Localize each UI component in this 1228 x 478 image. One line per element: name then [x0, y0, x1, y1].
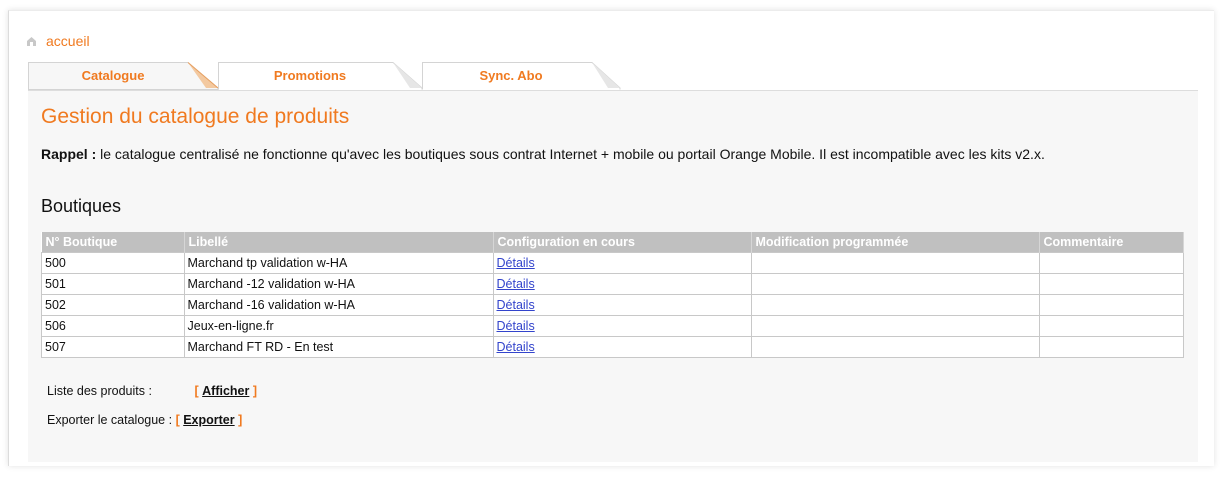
products-list-action: Liste des produits : [ Afficher ] — [47, 384, 257, 398]
cell-comment — [1038, 294, 1184, 316]
column-header: N° Boutique — [41, 232, 185, 253]
cell-shop-label: Marchand -16 validation w-HA — [183, 294, 494, 316]
content-panel: Gestion du catalogue de produits Rappel … — [28, 90, 1198, 462]
show-products-link[interactable]: Afficher — [202, 384, 249, 398]
breadcrumb-home-link[interactable]: accueil — [46, 33, 90, 49]
cell-shop-id: 507 — [41, 336, 185, 358]
table-row: 502 Marchand -16 validation w-HA Détails — [41, 294, 1184, 316]
table-row: 501 Marchand -12 validation w-HA Détails — [41, 273, 1184, 295]
boutiques-table: N° Boutique Libellé Configuration en cou… — [41, 232, 1184, 358]
cell-comment — [1038, 252, 1184, 274]
tab-catalogue[interactable]: Catalogue — [28, 62, 222, 90]
table-row: 507 Marchand FT RD - En test Détails — [41, 336, 1184, 358]
page-title: Gestion du catalogue de produits — [41, 105, 350, 128]
cell-modification — [750, 315, 1040, 337]
export-catalogue-link[interactable]: Exporter — [183, 413, 234, 427]
table-header-row: N° Boutique Libellé Configuration en cou… — [41, 232, 1184, 253]
cell-shop-label: Marchand -12 validation w-HA — [183, 273, 494, 295]
cell-config: Détails — [492, 252, 752, 274]
cell-modification — [750, 294, 1040, 316]
export-catalogue-action: Exporter le catalogue : [ Exporter ] — [47, 413, 242, 427]
cell-shop-label: Marchand FT RD - En test — [183, 336, 494, 358]
column-header: Commentaire — [1039, 232, 1184, 253]
tab-catalogue-label: Catalogue — [81, 67, 145, 83]
cell-modification — [750, 273, 1040, 295]
breadcrumb: accueil — [26, 33, 90, 49]
cell-comment — [1038, 273, 1184, 295]
column-header: Configuration en cours — [493, 232, 752, 253]
details-link[interactable]: Détails — [497, 256, 535, 270]
cell-shop-label: Jeux-en-ligne.fr — [183, 315, 494, 337]
tab-promotions[interactable]: Promotions — [218, 62, 426, 90]
cell-shop-id: 502 — [41, 294, 185, 316]
details-link[interactable]: Détails — [497, 319, 535, 333]
tab-promotions-label: Promotions — [273, 67, 347, 83]
details-link[interactable]: Détails — [497, 277, 535, 291]
bracket-open: [ — [175, 413, 180, 427]
column-header: Modification programmée — [751, 232, 1040, 253]
cell-shop-id: 501 — [41, 273, 185, 295]
table-row: 500 Marchand tp validation w-HA Détails — [41, 252, 1184, 274]
details-link[interactable]: Détails — [497, 340, 535, 354]
cell-comment — [1038, 336, 1184, 358]
cell-modification — [750, 336, 1040, 358]
reminder-text: le catalogue centralisé ne fonctionne qu… — [96, 146, 1045, 162]
bracket-close: ] — [252, 384, 258, 398]
cell-shop-id: 506 — [41, 315, 185, 337]
cell-config: Détails — [492, 273, 752, 295]
column-header: Libellé — [184, 232, 494, 253]
cell-modification — [750, 252, 1040, 274]
details-link[interactable]: Détails — [497, 298, 535, 312]
cell-comment — [1038, 315, 1184, 337]
reminder-label: Rappel : — [41, 146, 97, 162]
bracket-open: [ — [194, 384, 199, 398]
reminder-notice: Rappel : le catalogue centralisé ne fonc… — [41, 146, 1186, 163]
export-catalogue-label: Exporter le catalogue : — [47, 413, 173, 427]
tab-sync-abo-label: Sync. Abo — [479, 67, 543, 83]
tab-sync-abo[interactable]: Sync. Abo — [422, 62, 624, 90]
cell-config: Détails — [492, 315, 752, 337]
section-title-boutiques: Boutiques — [41, 196, 122, 216]
products-list-label: Liste des produits : — [47, 384, 152, 398]
cell-shop-id: 500 — [41, 252, 185, 274]
bracket-close: ] — [238, 413, 243, 427]
table-row: 506 Jeux-en-ligne.fr Détails — [41, 315, 1184, 337]
home-icon — [27, 36, 36, 46]
cell-shop-label: Marchand tp validation w-HA — [183, 252, 494, 274]
cell-config: Détails — [492, 294, 752, 316]
cell-config: Détails — [492, 336, 752, 358]
